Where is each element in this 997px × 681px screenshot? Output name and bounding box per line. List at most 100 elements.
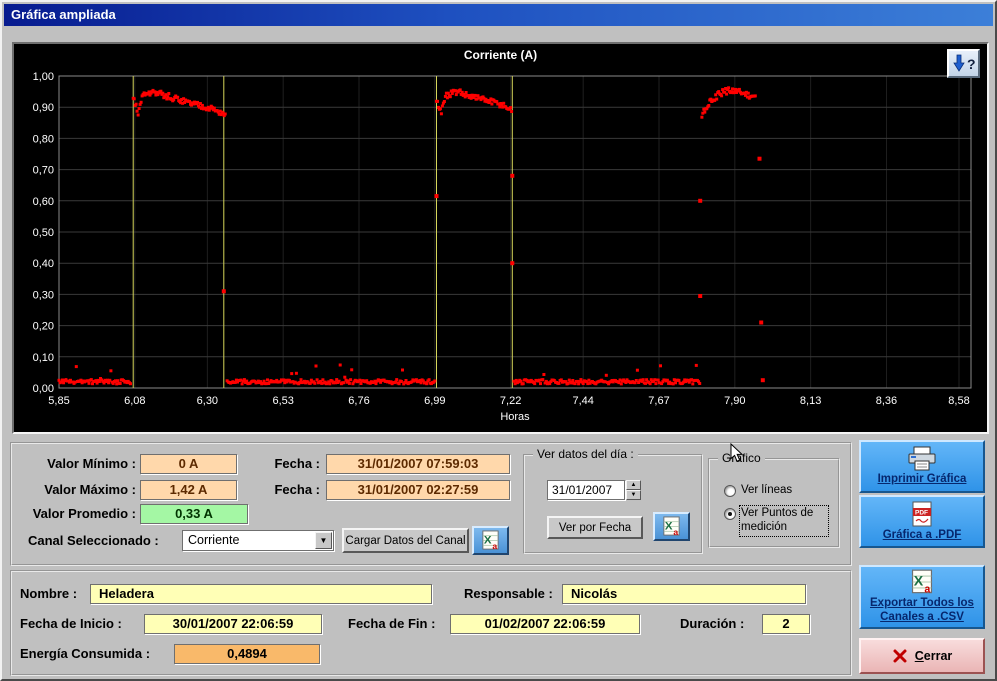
valor-minimo-label: Valor Mínimo : — [14, 456, 136, 471]
radio-ver-puntos[interactable]: Ver Puntos de medición — [724, 507, 827, 535]
fecha-inicio-label: Fecha de Inicio : — [20, 616, 122, 631]
energia-consumida-label: Energía Consumida : — [20, 646, 150, 661]
info-panel: Nombre : Heladera Responsable : Nicolás … — [10, 570, 852, 676]
window-title: Gráfica ampliada — [11, 7, 116, 22]
fecha-min-value: 31/01/2007 07:59:03 — [326, 454, 510, 474]
svg-text:6,53: 6,53 — [272, 395, 293, 407]
close-x-icon — [892, 648, 908, 664]
imprimir-grafica-label: Imprimir Gráfica — [878, 473, 967, 487]
responsable-value: Nicolás — [562, 584, 806, 604]
svg-text:X: X — [914, 574, 924, 590]
energia-consumida-value: 0,4894 — [174, 644, 320, 664]
excel-icon: X a — [909, 569, 935, 595]
stats-panel: Valor Mínimo : 0 A Valor Máximo : 1,42 A… — [10, 442, 852, 566]
canal-combobox[interactable]: Corriente ▼ — [182, 530, 334, 551]
imprimir-grafica-button[interactable]: Imprimir Gráfica — [859, 440, 985, 493]
cerrar-button[interactable]: Cerrar — [859, 638, 985, 674]
svg-text:0,70: 0,70 — [33, 165, 54, 177]
help-arrow-icon: ? — [952, 54, 976, 74]
svg-text:6,08: 6,08 — [124, 395, 145, 407]
valor-maximo-value: 1,42 A — [140, 480, 237, 500]
grafica-pdf-button[interactable]: PDF Gráfica a .PDF — [859, 495, 985, 548]
svg-text:PDF: PDF — [915, 509, 928, 516]
svg-text:0,10: 0,10 — [33, 352, 54, 364]
svg-text:0,20: 0,20 — [33, 321, 54, 333]
svg-text:7,22: 7,22 — [500, 395, 521, 407]
spinner-up-icon[interactable]: ▲ — [626, 480, 641, 490]
radio-ver-lineas[interactable]: Ver líneas — [724, 484, 792, 498]
duracion-label: Duración : — [680, 616, 744, 631]
cargar-datos-button[interactable]: Cargar Datos del Canal — [342, 528, 469, 553]
svg-text:6,76: 6,76 — [348, 395, 369, 407]
spinner-down-icon[interactable]: ▼ — [626, 490, 641, 500]
grafico-group: Gráfico Ver líneas Ver Puntos de medició… — [708, 458, 840, 548]
help-button[interactable]: ? — [947, 49, 980, 78]
svg-text:0,50: 0,50 — [33, 227, 54, 239]
svg-text:0,60: 0,60 — [33, 196, 54, 208]
svg-text:6,99: 6,99 — [424, 395, 445, 407]
fecha-inicio-value: 30/01/2007 22:06:59 — [144, 614, 322, 634]
ver-por-fecha-button[interactable]: Ver por Fecha — [547, 516, 643, 539]
fecha-min-label: Fecha : — [262, 456, 320, 471]
svg-text:6,30: 6,30 — [197, 395, 218, 407]
radio-circle-icon[interactable] — [724, 485, 736, 497]
duracion-value: 2 — [762, 614, 810, 634]
svg-text:X: X — [665, 520, 673, 532]
radio-ver-lineas-label: Ver líneas — [741, 484, 792, 498]
chart-title: Corriente (A) — [14, 48, 987, 62]
valor-promedio-value: 0,33 A — [140, 504, 248, 524]
fecha-max-label: Fecha : — [262, 482, 320, 497]
radio-ver-puntos-label: Ver Puntos de medición — [741, 507, 827, 535]
fecha-dia-input[interactable]: 31/01/2007 — [547, 480, 625, 500]
current-chart: 5,85 6,08 6,30 6,53 6,76 6,99 7,22 7,44 7,67 7,90… — [14, 44, 987, 432]
canal-combobox-value: Corriente — [188, 533, 239, 547]
canal-seleccionado-label: Canal Seleccionado : — [28, 533, 159, 548]
titlebar[interactable]: Gráfica ampliada — [4, 4, 993, 26]
printer-icon — [905, 446, 939, 471]
chart-panel: Corriente (A) 5,85 6,08 6,30 6,53 6,76 6,99 7,… — [12, 42, 989, 434]
svg-text:7,67: 7,67 — [648, 395, 669, 407]
svg-text:Horas: Horas — [500, 411, 530, 423]
svg-text:0,30: 0,30 — [33, 289, 54, 301]
exportar-csv-label: Exportar Todos los Canales a .CSV — [863, 597, 981, 625]
ver-datos-group: Ver datos del día : 31/01/2007 ▲ ▼ Ver p… — [523, 454, 703, 554]
ver-datos-group-title: Ver datos del día : — [533, 447, 638, 461]
svg-text:a: a — [492, 541, 497, 551]
svg-text:8,36: 8,36 — [876, 395, 897, 407]
valor-promedio-label: Valor Promedio : — [14, 506, 136, 521]
svg-text:X: X — [484, 534, 492, 546]
responsable-label: Responsable : — [464, 586, 553, 601]
svg-text:0,90: 0,90 — [33, 102, 54, 114]
excel-icon: X a — [480, 530, 501, 551]
valor-minimo-value: 0 A — [140, 454, 237, 474]
svg-text:a: a — [924, 584, 930, 595]
nombre-value: Heladera — [90, 584, 432, 604]
svg-text:8,58: 8,58 — [948, 395, 969, 407]
export-dia-excel-button[interactable]: X a — [653, 512, 690, 541]
nombre-label: Nombre : — [20, 586, 77, 601]
svg-text:8,13: 8,13 — [800, 395, 821, 407]
svg-text:0,00: 0,00 — [33, 383, 54, 395]
fecha-fin-label: Fecha de Fin : — [348, 616, 435, 631]
svg-text:7,90: 7,90 — [724, 395, 745, 407]
svg-text:0,80: 0,80 — [33, 133, 54, 145]
fecha-fin-value: 01/02/2007 22:06:59 — [450, 614, 640, 634]
export-canal-excel-button[interactable]: X a — [472, 526, 509, 555]
svg-text:7,44: 7,44 — [572, 395, 593, 407]
radio-circle-selected-icon[interactable] — [724, 508, 736, 520]
valor-maximo-label: Valor Máximo : — [14, 482, 136, 497]
grafico-group-title: Gráfico — [718, 451, 765, 465]
grafica-ampliada-window: Gráfica ampliada Corriente (A) 5,85 6,08 6… — [0, 0, 997, 681]
grafica-pdf-label: Gráfica a .PDF — [883, 529, 962, 543]
svg-text:1,00: 1,00 — [33, 71, 54, 83]
svg-text:0,40: 0,40 — [33, 258, 54, 270]
cerrar-label: Cerrar — [915, 649, 953, 663]
fecha-max-value: 31/01/2007 02:27:59 — [326, 480, 510, 500]
svg-text:?: ? — [967, 56, 976, 72]
cargar-datos-label: Cargar Datos del Canal — [345, 535, 465, 547]
pdf-icon: PDF — [910, 501, 934, 527]
combo-dropdown-icon[interactable]: ▼ — [315, 532, 332, 549]
svg-text:5,85: 5,85 — [48, 395, 69, 407]
exportar-csv-button[interactable]: X a Exportar Todos los Canales a .CSV — [859, 565, 985, 629]
fecha-dia-spinner[interactable]: ▲ ▼ — [626, 480, 641, 500]
